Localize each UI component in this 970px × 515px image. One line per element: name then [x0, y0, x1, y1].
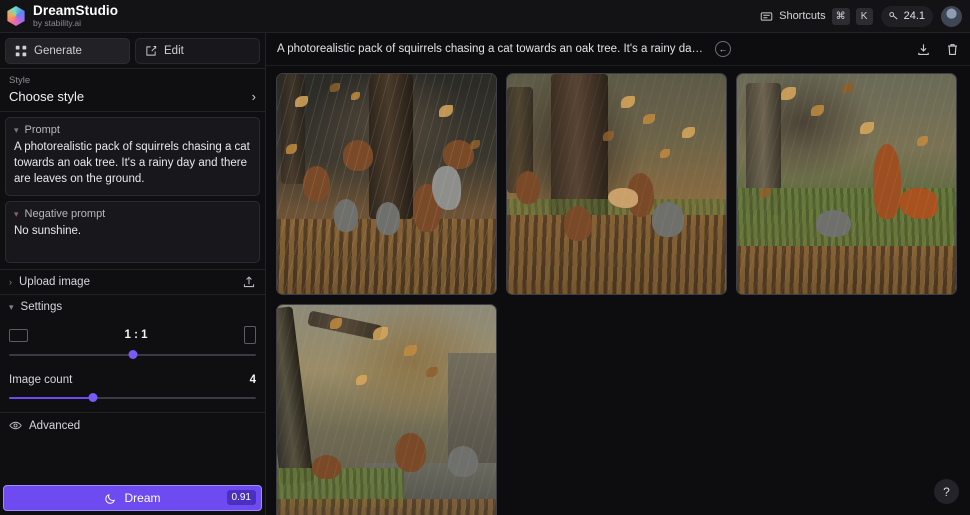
negative-prompt-field[interactable]: ▾ Negative prompt No sunshine.: [5, 201, 260, 263]
results-gallery: [266, 66, 970, 515]
top-bar: DreamStudio by stability.ai Shortcuts ⌘ …: [0, 0, 970, 33]
tab-edit[interactable]: Edit: [135, 38, 260, 64]
tab-generate-label: Generate: [34, 45, 82, 57]
brand[interactable]: DreamStudio by stability.ai: [6, 2, 119, 29]
landscape-frame-icon[interactable]: [9, 328, 28, 342]
shortcuts-label: Shortcuts: [779, 10, 826, 22]
help-button[interactable]: ?: [934, 479, 959, 504]
keyboard-icon: [760, 10, 773, 23]
gem-icon: [888, 10, 900, 22]
upload-image-row[interactable]: › Upload image: [0, 269, 265, 294]
kbd-cmd: ⌘: [831, 7, 850, 25]
prompt-field[interactable]: ▾ Prompt A photorealistic pack of squirr…: [5, 117, 260, 196]
main-panel: A photorealistic pack of squirrels chasi…: [266, 33, 970, 515]
dream-cost-badge: 0.91: [226, 490, 256, 505]
chevron-right-icon: ›: [9, 277, 12, 287]
upload-image-label: Upload image: [19, 276, 90, 288]
style-section[interactable]: Style Choose style ›: [0, 69, 265, 111]
prompt-label: Prompt: [24, 124, 60, 136]
style-section-label: Style: [9, 75, 31, 86]
style-value: Choose style: [9, 89, 85, 104]
brand-title: DreamStudio: [33, 2, 119, 18]
image-count-value: 4: [249, 374, 256, 386]
upload-icon[interactable]: [242, 275, 256, 289]
result-image-1[interactable]: [276, 73, 497, 295]
settings-body: 1 : 1 Image count 4: [0, 319, 265, 404]
image-count-label: Image count: [9, 374, 73, 386]
image-count-slider[interactable]: [9, 392, 256, 404]
advanced-label: Advanced: [29, 419, 81, 432]
credits-value: 24.1: [903, 10, 925, 22]
settings-row[interactable]: ▾ Settings: [0, 294, 265, 319]
aspect-ratio-slider[interactable]: [9, 349, 256, 361]
results-prompt-text: A photorealistic pack of squirrels chasi…: [277, 43, 707, 55]
result-image-3[interactable]: [736, 73, 957, 295]
prompt-input[interactable]: A photorealistic pack of squirrels chasi…: [14, 139, 251, 187]
chevron-down-icon: ▾: [14, 208, 19, 219]
dreamstudio-app: DreamStudio by stability.ai Shortcuts ⌘ …: [0, 0, 970, 515]
sidebar: Generate Edit Style Choose style › ▾ Pro…: [0, 33, 266, 515]
dream-button[interactable]: Dream 0.91: [3, 485, 262, 511]
results-header: A photorealistic pack of squirrels chasi…: [266, 33, 970, 66]
download-icon[interactable]: [916, 42, 931, 57]
kbd-k: K: [855, 7, 873, 25]
circle-arrow-left-icon[interactable]: ←: [715, 41, 731, 57]
slider-fill: [9, 397, 93, 399]
chevron-right-icon: ›: [251, 89, 256, 104]
moon-icon: [104, 492, 117, 505]
tab-generate[interactable]: Generate: [5, 38, 130, 64]
shortcuts-button[interactable]: Shortcuts ⌘ K: [760, 7, 873, 25]
slider-thumb[interactable]: [128, 350, 137, 359]
slider-thumb[interactable]: [88, 393, 98, 402]
hexagon-gradient-icon: [7, 6, 25, 26]
result-image-2[interactable]: [506, 73, 727, 295]
trash-icon[interactable]: [945, 42, 960, 57]
aspect-ratio-value: 1 : 1: [124, 329, 148, 341]
brand-subtitle: by stability.ai: [33, 18, 82, 29]
tab-edit-label: Edit: [164, 45, 184, 57]
credits-pill[interactable]: 24.1: [880, 5, 933, 27]
chevron-down-icon: ▾: [14, 124, 19, 135]
result-image-4[interactable]: [276, 304, 497, 515]
avatar[interactable]: [941, 5, 962, 27]
chevron-down-icon: ▾: [9, 301, 14, 312]
negative-prompt-input[interactable]: No sunshine.: [14, 223, 251, 239]
grid-dots-icon: [15, 45, 27, 57]
eye-icon: [9, 419, 22, 432]
portrait-frame-icon[interactable]: [243, 326, 256, 344]
negative-prompt-label: Negative prompt: [24, 208, 106, 220]
advanced-row[interactable]: Advanced: [0, 412, 265, 438]
pencil-square-icon: [145, 45, 157, 57]
dream-button-label: Dream: [124, 491, 161, 505]
settings-label: Settings: [20, 301, 63, 313]
sidebar-tabs: Generate Edit: [0, 33, 265, 68]
